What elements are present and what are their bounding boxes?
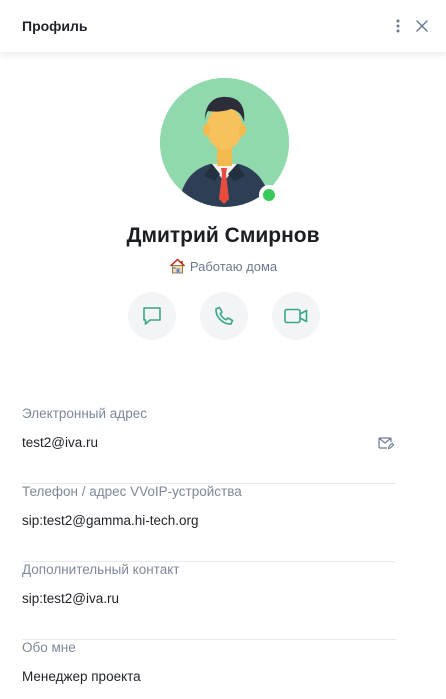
phone-voip-label: Телефон / адрес VVoIP-устройства <box>22 484 242 499</box>
phone-voip-field: Телефон / адрес VVoIP-устройства sip:tes… <box>22 484 396 562</box>
page-title: Профиль <box>22 18 88 34</box>
video-call-button[interactable] <box>272 292 320 340</box>
online-status-indicator <box>259 185 279 205</box>
close-button[interactable] <box>410 14 434 38</box>
email-value[interactable]: test2@iva.ru <box>22 435 98 450</box>
email-field: Электронный адрес test2@iva.ru <box>22 406 396 484</box>
send-email-button[interactable] <box>376 433 396 453</box>
more-vertical-icon <box>396 19 400 33</box>
email-label: Электронный адрес <box>22 406 147 421</box>
house-icon <box>169 258 185 274</box>
user-status-text: Работаю дома <box>189 258 278 274</box>
more-options-button[interactable] <box>386 14 410 38</box>
chat-button[interactable] <box>128 292 176 340</box>
about-label: Обо мне <box>22 640 76 655</box>
close-icon <box>416 20 428 32</box>
additional-contact-value[interactable]: sip:test2@iva.ru <box>22 591 119 606</box>
user-status: Работаю дома <box>0 258 446 274</box>
avatar-container <box>160 78 289 207</box>
phone-voip-value[interactable]: sip:test2@gamma.hi-tech.org <box>22 513 199 528</box>
profile-header: Профиль <box>0 0 446 52</box>
call-button[interactable] <box>200 292 248 340</box>
additional-contact-field: Дополнительный контакт sip:test2@iva.ru <box>22 562 396 640</box>
mail-edit-icon <box>378 437 394 450</box>
user-name: Дмитрий Смирнов <box>126 224 320 247</box>
chat-icon <box>143 307 161 325</box>
video-icon <box>284 308 308 324</box>
additional-contact-label: Дополнительный контакт <box>22 562 180 577</box>
about-value: Менеджер проекта <box>22 669 141 684</box>
header-actions <box>386 14 434 38</box>
phone-icon <box>215 306 234 325</box>
about-field: Обо мне Менеджер проекта <box>22 640 396 699</box>
